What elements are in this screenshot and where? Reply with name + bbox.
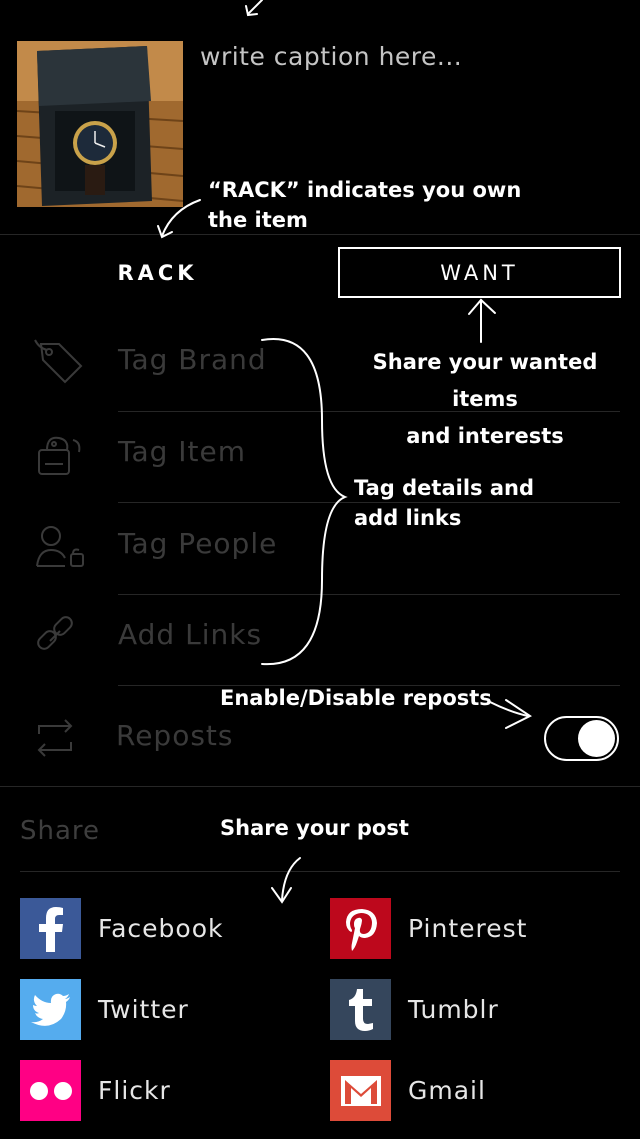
share-arrow: [281, 857, 301, 901]
repost-arrow: [489, 701, 529, 717]
tag-brace: [261, 338, 348, 666]
top-arrow: [247, 0, 263, 15]
rack-arrow: [161, 199, 201, 237]
annotation-arrows: [157, 0, 532, 904]
